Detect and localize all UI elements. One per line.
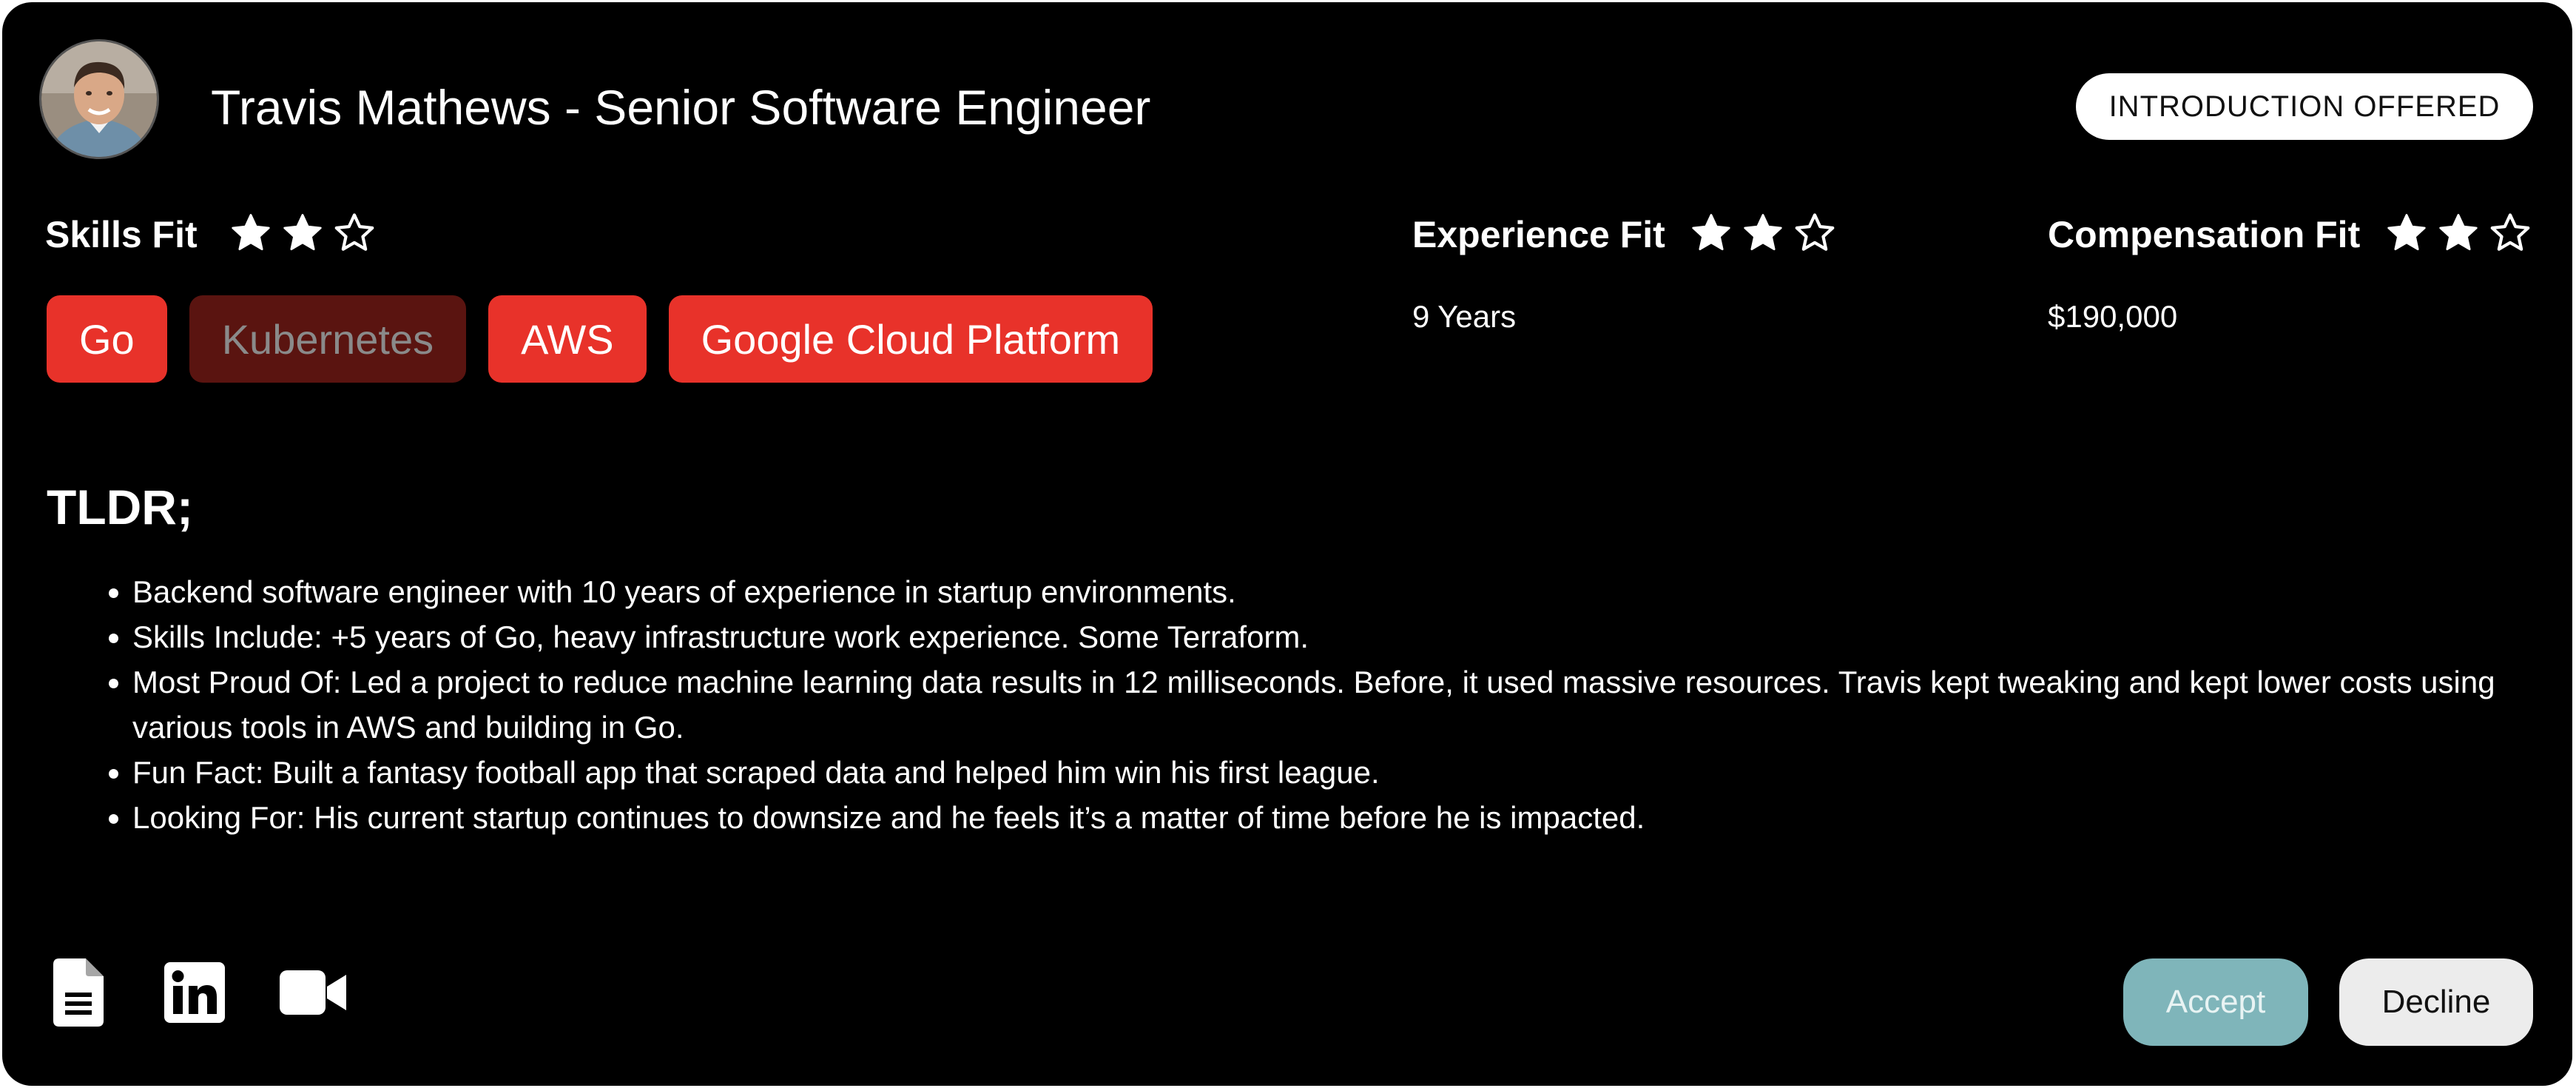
compensation-fit-rating xyxy=(2386,212,2531,254)
linkedin-icon[interactable] xyxy=(163,957,226,1028)
skill-tag[interactable]: Google Cloud Platform xyxy=(668,295,1153,383)
candidate-card: Travis Mathews - Senior Software Enginee… xyxy=(2,2,2572,1086)
star-outline-icon xyxy=(2490,213,2530,251)
skill-tag[interactable]: Kubernetes xyxy=(189,295,467,383)
avatar-photo-icon xyxy=(41,41,157,157)
skills-fit-label: Skills Fit xyxy=(45,214,198,255)
experience-fit-label: Experience Fit xyxy=(1412,214,1665,255)
star-filled-icon xyxy=(283,214,322,251)
skills-fit-rating xyxy=(230,212,375,254)
skill-tag[interactable]: Go xyxy=(47,295,167,383)
candidate-avatar xyxy=(39,39,159,159)
video-camera-icon[interactable] xyxy=(279,957,347,1028)
star-filled-icon xyxy=(1744,214,1782,251)
skill-tags: Go Kubernetes AWS Google Cloud Platform xyxy=(47,295,1153,383)
list-item: Skills Include: +5 years of Go, heavy in… xyxy=(132,614,2572,659)
accept-button[interactable]: Accept xyxy=(2123,958,2308,1046)
decline-button[interactable]: Decline xyxy=(2339,958,2533,1046)
list-item: Looking For: His current startup continu… xyxy=(132,795,2572,840)
experience-fit-value: 9 Years xyxy=(1412,299,1517,334)
list-item: Backend software engineer with 10 years … xyxy=(132,569,2572,614)
skill-tag[interactable]: AWS xyxy=(488,295,647,383)
star-filled-icon xyxy=(2387,214,2426,251)
tldr-heading: TLDR; xyxy=(47,480,193,534)
status-badge: INTRODUCTION OFFERED xyxy=(2076,73,2533,140)
list-item: Most Proud Of: Led a project to reduce m… xyxy=(132,659,2572,750)
candidate-title: Travis Mathews - Senior Software Enginee… xyxy=(211,80,1151,135)
star-filled-icon xyxy=(1692,214,1730,251)
tldr-list: Backend software engineer with 10 years … xyxy=(47,569,2572,840)
star-filled-icon xyxy=(2439,214,2478,251)
experience-fit-rating xyxy=(1690,212,1835,254)
star-outline-icon xyxy=(1795,213,1835,251)
list-item: Fun Fact: Built a fantasy football app t… xyxy=(132,750,2572,795)
star-outline-icon xyxy=(334,213,374,251)
compensation-fit-label: Compensation Fit xyxy=(2048,214,2361,255)
compensation-fit-value: $190,000 xyxy=(2048,299,2178,334)
star-filled-icon xyxy=(232,214,270,251)
resume-document-icon[interactable] xyxy=(53,957,104,1028)
